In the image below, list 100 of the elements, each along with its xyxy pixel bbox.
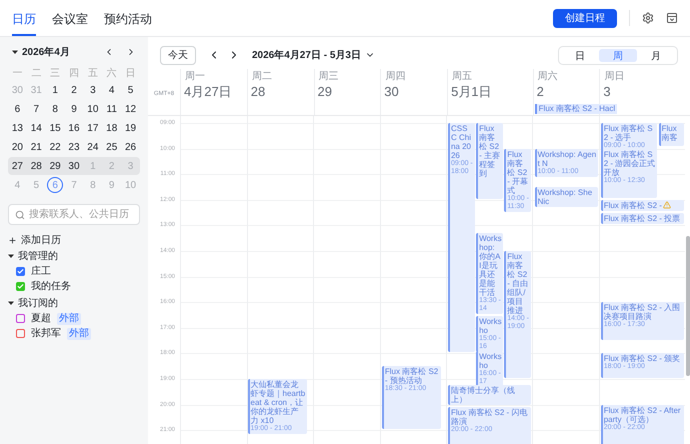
nav-tab[interactable]: 预约活动	[104, 0, 152, 36]
weekday-label: 五	[86, 66, 99, 80]
date-cell[interactable]: 13	[9, 120, 26, 136]
date-cell[interactable]: 7	[28, 101, 44, 117]
event-title: Flux 南客松 S2 - 投票	[604, 214, 680, 223]
date-cell[interactable]: 20	[9, 139, 26, 155]
day-date: 2	[536, 83, 545, 101]
event-title: 陆奇博士分享（线上）	[450, 386, 516, 404]
day-date: 4月27日	[184, 83, 233, 101]
date-cell[interactable]: 10	[84, 101, 101, 117]
date-cell[interactable]: 26	[122, 139, 139, 155]
add-calendar-button[interactable]: 添加日历	[8, 233, 140, 247]
date-cell[interactable]: 22	[47, 139, 64, 155]
weekday-label: 二	[30, 66, 42, 80]
weekday-label: 一	[11, 66, 24, 80]
calendar-checkbox[interactable]	[16, 267, 25, 276]
event-title: Flux 南客松 S2 - 开幕式	[507, 150, 530, 195]
external-tag: 外部	[57, 312, 81, 324]
date-cell[interactable]: 18	[104, 120, 120, 136]
event-title: Flux 南客松 S2 - 入围决赛项目路演	[604, 303, 682, 322]
warning-icon	[662, 200, 671, 209]
date-cell[interactable]: 9	[66, 101, 82, 117]
calendar-checkbox[interactable]	[16, 314, 25, 323]
view-tab[interactable]: 月	[637, 48, 675, 62]
event-title: 大仙私董会龙虾专题｜heartbeat & cron，让你的龙虾生产力 x10	[250, 380, 306, 425]
event-title: Worksho	[479, 317, 502, 336]
date-cell[interactable]: 25	[104, 139, 120, 155]
weekday-label: 周日	[604, 71, 626, 83]
weekday-label: 三	[49, 66, 62, 80]
event-title: CSS C China 2026	[450, 124, 472, 160]
weekday-label: 周二	[252, 71, 273, 83]
date-cell[interactable]: 15	[47, 120, 64, 136]
nav-tab[interactable]: 会议室	[52, 0, 88, 36]
view-tab[interactable]: 周	[599, 48, 637, 62]
event-title: Flux 南客松 S2 - 选手	[604, 124, 654, 142]
plus-icon	[8, 236, 17, 244]
panel-icon[interactable]	[666, 12, 678, 24]
date-range-dropdown[interactable]: 2026年4月27日 - 5月3日	[252, 48, 375, 62]
date-cell[interactable]: 16	[66, 120, 82, 136]
calendar-name: 张邦军	[31, 326, 61, 341]
event-title: Flux 南客松 S2 -	[604, 200, 662, 210]
weekday-label: 六	[106, 66, 118, 80]
date-cell[interactable]: 3	[84, 82, 101, 98]
day-date: 28	[250, 83, 266, 101]
caret-icon[interactable]	[8, 300, 14, 306]
weekday-label: 周一	[185, 71, 206, 83]
caret-icon[interactable]	[12, 49, 18, 55]
date-cell[interactable]: 1	[47, 82, 64, 98]
settings-icon[interactable]	[642, 12, 654, 24]
date-cell[interactable]: 12	[122, 101, 139, 117]
calendar-name: 庄工	[31, 264, 51, 279]
date-cell[interactable]: 29	[47, 158, 64, 174]
day-date: 29	[318, 83, 333, 101]
date-cell[interactable]: 19	[122, 120, 139, 136]
date-cell[interactable]: 8	[47, 101, 64, 117]
group-title[interactable]: 我管理的	[18, 248, 58, 264]
event-title: Flux 南客松 S2 - 闪电路演	[450, 408, 528, 426]
date-cell[interactable]: 30	[66, 158, 82, 174]
date-cell[interactable]: 4	[104, 82, 120, 98]
event-title: Flux 南客松 S2 - 游园会正式开放	[604, 150, 656, 177]
event-title: Flux 南客	[662, 124, 679, 142]
weekday-label: 四	[68, 66, 80, 80]
event-title: Flux 南客松 S2 - 预热活动	[384, 367, 440, 386]
date-cell[interactable]: 21	[28, 139, 44, 155]
caret-icon[interactable]	[8, 253, 14, 259]
month-title: 2026年4月	[22, 46, 70, 60]
event-title: Workshop: 你的AI是玩具还是能干活	[479, 234, 502, 298]
event-title: Flux 南客松 S2 - Afterparty（可选）	[604, 406, 682, 424]
weekday-label: 周六	[538, 71, 559, 83]
date-cell[interactable]: 6	[9, 101, 26, 117]
event-title: Workshop: Agent N	[538, 150, 597, 168]
date-cell[interactable]: 28	[28, 158, 44, 174]
calendar-name: 夏超	[31, 312, 51, 326]
date-cell[interactable]: 17	[84, 120, 101, 136]
weekday-label: 周五	[452, 71, 474, 83]
today-button[interactable]: 今天	[160, 46, 196, 64]
group-title[interactable]: 我订阅的	[18, 296, 58, 310]
event-title: Flux 南客松 S2 - 主赛程签到	[479, 124, 501, 178]
day-date: 3	[603, 83, 612, 101]
event-title: Worksho	[479, 352, 502, 370]
view-tab[interactable]: 日	[561, 48, 599, 62]
date-cell[interactable]: 11	[104, 101, 120, 117]
search-field[interactable]: 搜索联系人、公共日历	[8, 204, 140, 225]
create-event-button[interactable]: 创建日程	[553, 8, 617, 28]
weekday-label: 周三	[318, 71, 340, 83]
weekday-label: 日	[124, 66, 137, 80]
date-cell[interactable]: 5	[122, 82, 139, 98]
date-cell[interactable]: 2	[66, 82, 82, 98]
day-date: 5月1日	[451, 83, 493, 101]
calendar-checkbox[interactable]	[16, 282, 25, 291]
day-date: 30	[384, 83, 400, 101]
selected-week[interactable]: 27 28 29 30 1 2 3	[8, 157, 140, 175]
calendar-checkbox[interactable]	[16, 329, 25, 338]
date-cell[interactable]: 27	[9, 158, 26, 174]
weekday-label: 周四	[385, 71, 406, 83]
date-cell[interactable]: 23	[66, 139, 82, 155]
date-cell[interactable]: 24	[84, 139, 101, 155]
event-title: Flux 南客松 S2 - 自由组队/项目推进	[507, 252, 530, 315]
calendar-name: 我的任务	[31, 280, 71, 294]
date-cell[interactable]: 14	[28, 120, 44, 136]
